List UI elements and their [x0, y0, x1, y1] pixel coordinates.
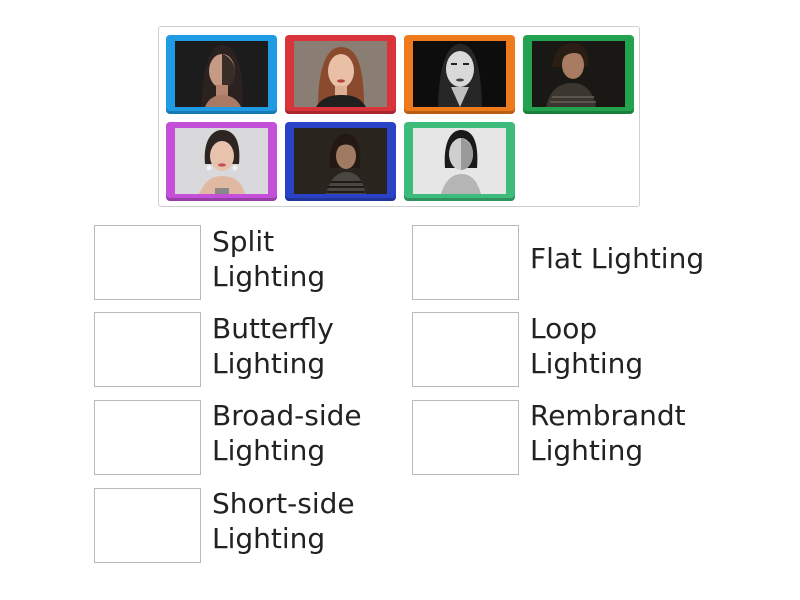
drop-slot-broad-side-lighting[interactable]	[94, 400, 201, 475]
match-up-activity: Split Lighting Flat Lighting Butterfly L…	[0, 0, 800, 600]
target-label-butterfly-lighting: Butterfly Lighting	[212, 312, 334, 380]
portrait-woman-earrings-light-icon	[175, 128, 268, 194]
portrait-woman-bangs-dark-icon	[294, 128, 387, 194]
target-label-broad-side-lighting: Broad-side Lighting	[212, 399, 362, 467]
portrait-woman-dark-hair-split-light-icon	[175, 41, 268, 107]
image-tile-3[interactable]	[404, 35, 515, 114]
drop-slot-butterfly-lighting[interactable]	[94, 312, 201, 387]
drop-slot-short-side-lighting[interactable]	[94, 488, 201, 563]
drop-slot-rembrandt-lighting[interactable]	[412, 400, 519, 475]
portrait-woman-bw-side-light-icon	[413, 128, 506, 194]
portrait-person-short-hair-dark-icon	[532, 41, 625, 107]
drop-slot-loop-lighting[interactable]	[412, 312, 519, 387]
target-label-split-lighting: Split Lighting	[212, 225, 326, 293]
image-tile-2[interactable]	[285, 35, 396, 114]
image-tile-6[interactable]	[285, 122, 396, 201]
image-tile-4[interactable]	[523, 35, 634, 114]
image-tile-7[interactable]	[404, 122, 515, 201]
portrait-woman-bw-butterfly-light-icon	[413, 41, 506, 107]
drop-slot-flat-lighting[interactable]	[412, 225, 519, 300]
target-label-loop-lighting: Loop Lighting	[530, 312, 644, 380]
drop-slot-split-lighting[interactable]	[94, 225, 201, 300]
portrait-woman-auburn-hair-flat-light-icon	[294, 41, 387, 107]
image-tile-5[interactable]	[166, 122, 277, 201]
image-tile-1[interactable]	[166, 35, 277, 114]
target-label-rembrandt-lighting: Rembrandt Lighting	[530, 399, 686, 467]
tile-tray	[158, 26, 640, 207]
target-label-short-side-lighting: Short-side Lighting	[212, 487, 355, 555]
target-label-flat-lighting: Flat Lighting	[530, 242, 705, 275]
